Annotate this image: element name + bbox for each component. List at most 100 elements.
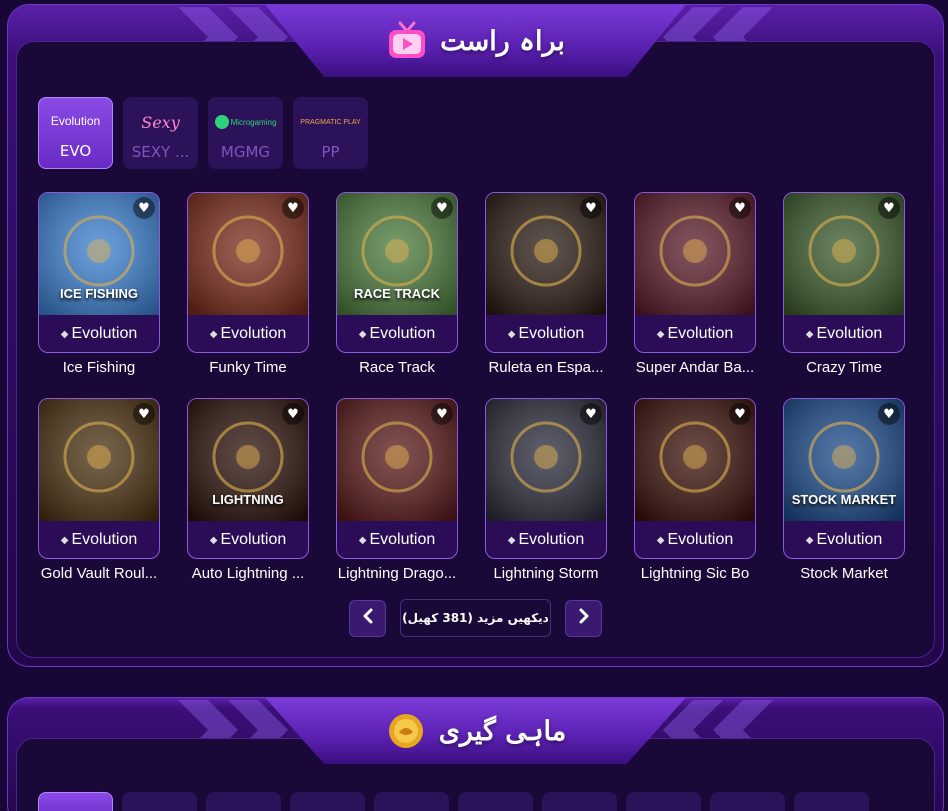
game-card-frame: ◆ Evolution ♥ bbox=[336, 398, 458, 559]
game-provider-name: Evolution bbox=[667, 531, 734, 548]
game-card[interactable]: ◆ Evolution ♥ Super Andar Ba... bbox=[634, 192, 756, 376]
favorite-heart-icon[interactable]: ♥ bbox=[282, 403, 304, 425]
game-provider-brand: ◆ Evolution bbox=[39, 315, 159, 352]
favorite-heart-icon[interactable]: ♥ bbox=[878, 197, 900, 219]
game-provider-name: Evolution bbox=[816, 531, 883, 548]
provider-tab-evo[interactable]: Evolution EVO bbox=[38, 97, 113, 169]
pragmatic-play-logo: PRAGMATIC PLAY bbox=[300, 118, 361, 126]
game-name: Lightning Sic Bo bbox=[640, 565, 750, 582]
evolution-brand-icon: ◆ bbox=[507, 534, 516, 546]
evolution-brand-icon: ◆ bbox=[60, 534, 69, 546]
game-card[interactable]: ◆ Evolution ♥ Lightning Storm bbox=[485, 398, 607, 582]
live-section-header: براہ راست bbox=[265, 5, 686, 77]
favorite-heart-icon[interactable]: ♥ bbox=[878, 403, 900, 425]
evolution-brand-icon: ◆ bbox=[656, 328, 665, 340]
game-provider-brand: ◆ Evolution bbox=[188, 315, 308, 352]
evolution-brand-icon: ◆ bbox=[656, 534, 665, 546]
fishing-provider-tabs bbox=[38, 792, 869, 811]
fishing-provider-tab[interactable] bbox=[710, 792, 785, 811]
live-section-title: براہ راست bbox=[440, 25, 565, 57]
game-name: Gold Vault Roul... bbox=[40, 565, 158, 582]
provider-tab-sexy[interactable]: Sexy SEXY ... bbox=[123, 97, 198, 169]
provider-tab-label: PP bbox=[321, 143, 340, 161]
game-card[interactable]: ◆ Evolution ♥ Lightning Drago... bbox=[336, 398, 458, 582]
fishing-provider-tab[interactable] bbox=[458, 792, 533, 811]
game-provider-brand: ◆ Evolution bbox=[635, 521, 755, 558]
evolution-brand-icon: ◆ bbox=[805, 534, 814, 546]
game-card-frame: ◆ Evolution ♥ bbox=[38, 398, 160, 559]
favorite-heart-icon[interactable]: ♥ bbox=[282, 197, 304, 219]
game-thumbnail-title: RACE TRACK bbox=[354, 286, 440, 301]
game-provider-brand: ◆ Evolution bbox=[39, 521, 159, 558]
evolution-brand-icon: ◆ bbox=[209, 328, 218, 340]
game-provider-name: Evolution bbox=[667, 325, 734, 342]
game-card[interactable]: ◆ Evolution ♥ Ruleta en Espa... bbox=[485, 192, 607, 376]
game-name: Crazy Time bbox=[806, 359, 882, 376]
provider-tab-pp[interactable]: PRAGMATIC PLAY PP bbox=[293, 97, 368, 169]
prev-page-button[interactable] bbox=[349, 599, 386, 637]
game-name: Race Track bbox=[359, 359, 435, 376]
game-provider-name: Evolution bbox=[518, 531, 585, 548]
see-more-button[interactable]: دیکھیں مزید (381 کھیل) bbox=[400, 599, 551, 637]
favorite-heart-icon[interactable]: ♥ bbox=[729, 197, 751, 219]
favorite-heart-icon[interactable]: ♥ bbox=[729, 403, 751, 425]
evolution-brand-icon: ◆ bbox=[507, 328, 516, 340]
game-card-frame: ICE FISHING ◆ Evolution ♥ bbox=[38, 192, 160, 353]
provider-tab-mgmg[interactable]: Microgaming MGMG bbox=[208, 97, 283, 169]
sexy-logo: Sexy bbox=[141, 112, 180, 132]
game-card[interactable]: ◆ Evolution ♥ Lightning Sic Bo bbox=[634, 398, 756, 582]
favorite-heart-icon[interactable]: ♥ bbox=[431, 197, 453, 219]
game-provider-brand: ◆ Evolution bbox=[784, 315, 904, 352]
game-thumbnail-title: STOCK MARKET bbox=[791, 492, 897, 507]
fishing-provider-tab[interactable] bbox=[38, 792, 113, 811]
game-provider-name: Evolution bbox=[220, 531, 287, 548]
fishing-provider-tab[interactable] bbox=[374, 792, 449, 811]
game-card[interactable]: ◆ Evolution ♥ Funky Time bbox=[187, 192, 309, 376]
game-card-frame: ◆ Evolution ♥ bbox=[783, 192, 905, 353]
game-card[interactable]: ◆ Evolution ♥ Crazy Time bbox=[783, 192, 905, 376]
game-name: Ice Fishing bbox=[62, 359, 136, 376]
provider-tabs: Evolution EVO Sexy SEXY ... Microgaming … bbox=[38, 97, 368, 169]
game-name: Stock Market bbox=[800, 565, 888, 582]
game-provider-name: Evolution bbox=[816, 325, 883, 342]
game-card-frame: ◆ Evolution ♥ bbox=[485, 398, 607, 559]
favorite-heart-icon[interactable]: ♥ bbox=[580, 403, 602, 425]
fishing-provider-tab[interactable] bbox=[290, 792, 365, 811]
game-card-frame: ◆ Evolution ♥ bbox=[485, 192, 607, 353]
favorite-heart-icon[interactable]: ♥ bbox=[431, 403, 453, 425]
microgaming-logo: Microgaming bbox=[214, 107, 276, 137]
game-card[interactable]: RACE TRACK ◆ Evolution ♥ Race Track bbox=[336, 192, 458, 376]
favorite-heart-icon[interactable]: ♥ bbox=[580, 197, 602, 219]
favorite-heart-icon[interactable]: ♥ bbox=[133, 403, 155, 425]
fishing-provider-tab[interactable] bbox=[626, 792, 701, 811]
game-card-frame: ◆ Evolution ♥ bbox=[634, 192, 756, 353]
favorite-heart-icon[interactable]: ♥ bbox=[133, 197, 155, 219]
game-provider-brand: ◆ Evolution bbox=[337, 315, 457, 352]
next-page-button[interactable] bbox=[565, 599, 602, 637]
fishing-provider-tab[interactable] bbox=[542, 792, 617, 811]
game-card-frame: RACE TRACK ◆ Evolution ♥ bbox=[336, 192, 458, 353]
game-card[interactable]: STOCK MARKET ◆ Evolution ♥ Stock Market bbox=[783, 398, 905, 582]
game-name: Auto Lightning ... bbox=[191, 565, 305, 582]
game-card[interactable]: ICE FISHING ◆ Evolution ♥ Ice Fishing bbox=[38, 192, 160, 376]
fishing-provider-tab[interactable] bbox=[206, 792, 281, 811]
fishing-section-header: ماہی گیری bbox=[265, 698, 686, 764]
game-provider-brand: ◆ Evolution bbox=[337, 521, 457, 558]
fishing-section-title: ماہی گیری bbox=[438, 715, 567, 747]
game-card-frame: LIGHTNING ◆ Evolution ♥ bbox=[187, 398, 309, 559]
coin-icon bbox=[385, 710, 427, 752]
game-card[interactable]: LIGHTNING ◆ Evolution ♥ Auto Lightning .… bbox=[187, 398, 309, 582]
game-provider-brand: ◆ Evolution bbox=[188, 521, 308, 558]
game-provider-name: Evolution bbox=[518, 325, 585, 342]
game-provider-name: Evolution bbox=[369, 325, 436, 342]
game-card[interactable]: ◆ Evolution ♥ Gold Vault Roul... bbox=[38, 398, 160, 582]
provider-tab-label: EVO bbox=[59, 142, 92, 160]
game-name: Lightning Drago... bbox=[337, 565, 457, 582]
pager: دیکھیں مزید (381 کھیل) bbox=[349, 599, 602, 637]
fishing-provider-tab[interactable] bbox=[122, 792, 197, 811]
fishing-provider-tab[interactable] bbox=[794, 792, 869, 811]
evolution-brand-icon: ◆ bbox=[805, 328, 814, 340]
evolution-brand-icon: ◆ bbox=[358, 534, 367, 546]
game-provider-brand: ◆ Evolution bbox=[784, 521, 904, 558]
game-thumbnail-title: LIGHTNING bbox=[212, 492, 284, 507]
